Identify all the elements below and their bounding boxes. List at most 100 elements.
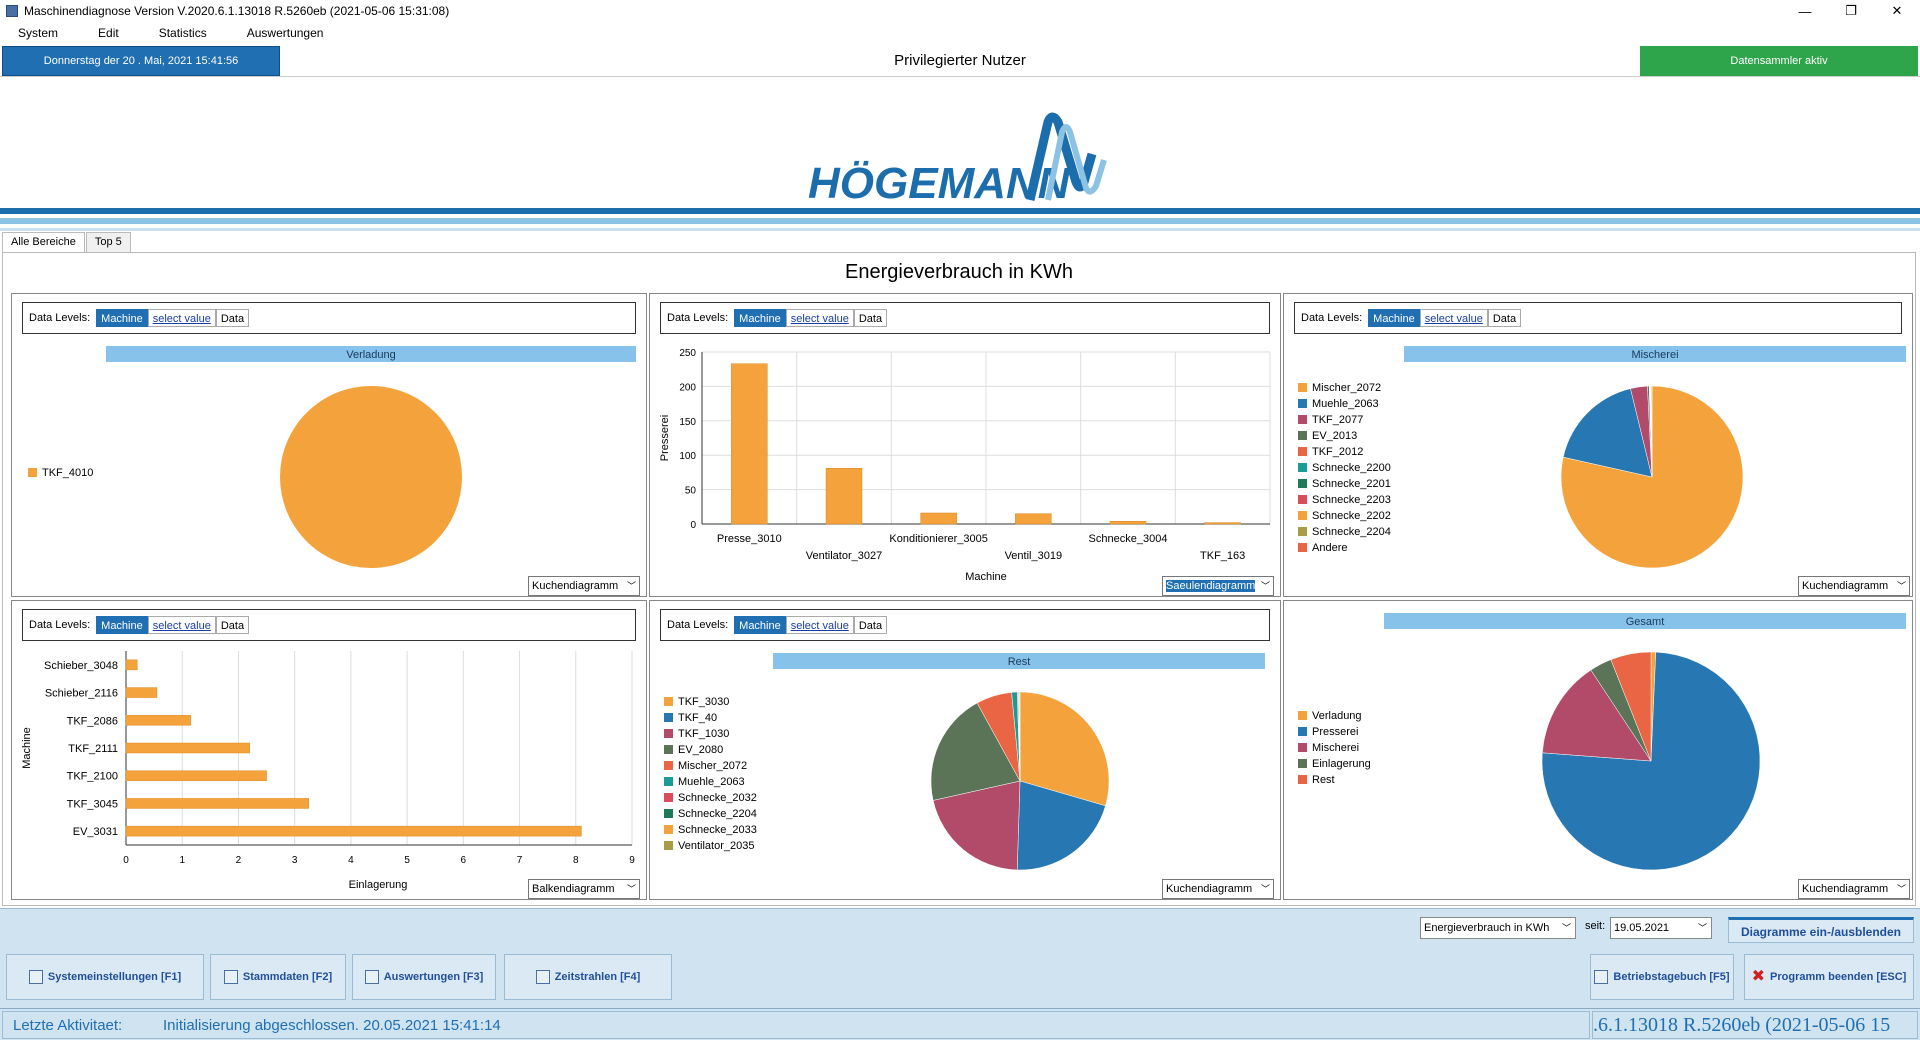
chart-panel-einlagerung: Data Levels: Machine select value Data 0… xyxy=(11,600,647,900)
menu-statistics[interactable]: Statistics xyxy=(139,26,227,40)
legend-swatch-einlagerung xyxy=(1298,759,1307,768)
betriebstagebuch-button[interactable]: Betriebstagebuch [F5] xyxy=(1590,954,1734,1000)
status-bar: Letzte Aktivitaet: Initialisierung abges… xyxy=(0,1008,1920,1040)
y-tick-label: EV_3031 xyxy=(73,826,118,838)
x-tick-label: 9 xyxy=(629,855,635,866)
tab-alle-bereiche[interactable]: Alle Bereiche xyxy=(2,232,85,252)
area-tabs: Alle Bereiche Top 5 xyxy=(2,232,132,252)
status-label: Letzte Aktivitaet: xyxy=(13,1016,123,1034)
chart-title: Verladung xyxy=(346,349,396,361)
tab-top-5[interactable]: Top 5 xyxy=(85,232,131,252)
systemeinstellungen-button[interactable]: Systemeinstellungen [F1] xyxy=(6,954,204,1000)
legend-swatch-schnecke-2033 xyxy=(664,825,673,834)
legend-swatch-presserei xyxy=(1298,727,1307,736)
legend-label-tkf-4010: TKF_4010 xyxy=(42,467,93,479)
legend-label-verladung: Verladung xyxy=(1312,710,1362,722)
y-tick-label: 50 xyxy=(685,486,697,497)
x-tick-label: 6 xyxy=(461,855,467,866)
bar-ventilator-3027 xyxy=(825,468,863,525)
legend-label-tkf-40: TKF_40 xyxy=(678,712,717,724)
y-tick-label: 0 xyxy=(690,520,696,531)
legend-label-schnecke-2204: Schnecke_2204 xyxy=(678,808,757,820)
legend-label-rest: Rest xyxy=(1312,774,1335,786)
y-axis-label: Machine xyxy=(21,727,33,769)
legend-swatch-muehle-2063 xyxy=(1298,399,1307,408)
chart-type-dropdown[interactable]: Kuchendiagramm ﹀ xyxy=(528,576,640,596)
dashboard-title: Energieverbrauch in KWh xyxy=(845,261,1073,283)
x-tick-label: TKF_163 xyxy=(1200,550,1245,562)
legend-label-schnecke-2032: Schnecke_2032 xyxy=(678,792,757,804)
chart-type-dropdown[interactable]: Kuchendiagramm ﹀ xyxy=(1798,879,1910,899)
y-tick-label: 100 xyxy=(679,451,696,462)
legend-swatch-schnecke-2203 xyxy=(1298,495,1307,504)
bar-tkf-2111 xyxy=(125,742,250,754)
user-role-label: Privilegierter Nutzer xyxy=(894,52,1026,69)
seit-date-picker[interactable]: 19.05.2021 ﹀ xyxy=(1610,917,1712,939)
programm-beenden-button[interactable]: ✖ Programm beenden [ESC] xyxy=(1744,954,1914,1000)
function-button-bar: Systemeinstellungen [F1] Stammdaten [F2]… xyxy=(0,946,1920,1008)
legend-label-schnecke-2202: Schnecke_2202 xyxy=(1312,510,1391,522)
chart-panel-gesamt: Gesamt Verladung Presserei Mischerei Einlage… xyxy=(1283,600,1913,900)
chart-type-dropdown[interactable]: Kuchendiagramm ﹀ xyxy=(1162,879,1274,899)
x-tick-label: 0 xyxy=(123,855,129,866)
chart-panel-presserei: Data Levels: Machine select value Data 0… xyxy=(649,293,1281,597)
legend-label-tkf-1030: TKF_1030 xyxy=(678,728,729,740)
legend-label-schnecke-2033: Schnecke_2033 xyxy=(678,824,757,836)
legend-label-schnecke-2200: Schnecke_2200 xyxy=(1312,462,1391,474)
maximize-button[interactable]: ❐ xyxy=(1828,0,1874,22)
seit-label: seit: xyxy=(1585,920,1606,932)
chart-title: Rest xyxy=(1008,656,1031,668)
bar-ev-3031 xyxy=(125,825,582,837)
date-display: Donnerstag der 20 . Mai, 2021 15:41:56 xyxy=(2,46,280,76)
x-tick-label: 4 xyxy=(348,855,354,866)
close-button[interactable]: ✕ xyxy=(1874,0,1920,22)
legend-swatch-tkf-40 xyxy=(664,713,673,722)
legend-swatch-schnecke-2204 xyxy=(1298,527,1307,536)
chart-type-dropdown[interactable]: Kuchendiagramm ﹀ xyxy=(1798,576,1910,596)
chart-type-dropdown[interactable]: Saeulendiagramm ﹀ xyxy=(1162,576,1274,596)
legend-label-tkf-2077: TKF_2077 xyxy=(1312,414,1363,426)
minimize-button[interactable]: — xyxy=(1782,0,1828,22)
x-axis-label: Machine xyxy=(965,571,1007,583)
y-tick-label: TKF_2086 xyxy=(67,715,118,727)
chart-svg: 0 1 2 3 4 5 6 7 8 9 Schieber_3048 Schieber_2116 TKF_… xyxy=(21,651,635,891)
x-axis-label: Einlagerung xyxy=(349,879,408,891)
chart-type-dropdown[interactable]: Balkendiagramm ﹀ xyxy=(528,879,640,899)
legend-label-ventilator-2035: Ventilator_2035 xyxy=(678,840,754,852)
version-display: .6.1.13018 R.5260eb (2021-05-06 15 xyxy=(1592,1011,1918,1039)
legend-swatch-tkf-4010 xyxy=(28,468,37,477)
x-tick-label: 7 xyxy=(517,855,523,866)
legend-swatch-mischer-2072 xyxy=(664,761,673,770)
auswertungen-button[interactable]: Auswertungen [F3] xyxy=(352,954,496,1000)
toggle-diagrams-button[interactable]: Diagramme ein-/ausblenden xyxy=(1728,917,1914,943)
legend-label-mischer-2072: Mischer_2072 xyxy=(1312,382,1381,394)
legend-label-mischerei: Mischerei xyxy=(1312,742,1359,754)
y-tick-label: 150 xyxy=(679,417,696,428)
metric-select[interactable]: Energieverbrauch in KWh ﹀ xyxy=(1420,917,1576,939)
legend-swatch-tkf-2077 xyxy=(1298,415,1307,424)
menu-auswertungen[interactable]: Auswertungen xyxy=(227,26,344,40)
y-tick-label: Schieber_3048 xyxy=(44,660,118,672)
legend-swatch-rest xyxy=(1298,775,1307,784)
menu-edit[interactable]: Edit xyxy=(78,26,139,40)
dashboard-panel: Energieverbrauch in KWh Data Levels: Mac… xyxy=(2,252,1916,906)
y-tick-label: 200 xyxy=(679,382,696,393)
legend-swatch-schnecke-2204 xyxy=(664,809,673,818)
x-tick-label: Schnecke_3004 xyxy=(1089,533,1168,545)
info-bar: Donnerstag der 20 . Mai, 2021 15:41:56 P… xyxy=(0,45,1920,77)
y-tick-label: TKF_2100 xyxy=(67,771,118,783)
zeitstrahlen-button[interactable]: Zeitstrahlen [F4] xyxy=(504,954,672,1000)
legend-swatch-muehle-2063 xyxy=(664,777,673,786)
chart-svg: Mischerei Mischer_2072 Muehle_2063 TKF_2077… xyxy=(1298,346,1906,569)
company-logo: HÖGEMANN xyxy=(808,112,1107,208)
x-tick-label: 1 xyxy=(179,855,185,866)
x-tick-label: Ventilator_3027 xyxy=(806,550,882,562)
legend-swatch-andere xyxy=(1298,543,1307,552)
menu-system[interactable]: System xyxy=(0,26,78,40)
stammdaten-button[interactable]: Stammdaten [F2] xyxy=(210,954,346,1000)
legend-swatch-tkf-3030 xyxy=(664,697,673,706)
bar-ventil-3019 xyxy=(1015,513,1052,525)
chart-svg: Verladung TKF_4010 xyxy=(28,346,636,568)
bar-tkf-163 xyxy=(1204,522,1241,525)
collector-status-badge: Datensammler aktiv xyxy=(1640,46,1918,76)
